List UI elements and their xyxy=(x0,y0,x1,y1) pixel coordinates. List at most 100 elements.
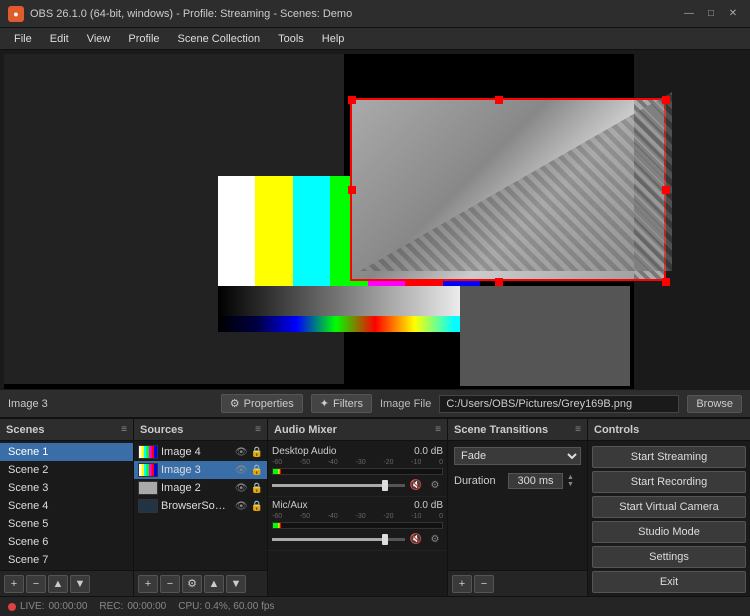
handle-bottom-right[interactable] xyxy=(662,278,670,286)
bottom-panel: Scenes ≡ Scene 1Scene 2Scene 3Scene 4Sce… xyxy=(0,418,750,596)
add-transition-button[interactable]: + xyxy=(452,575,472,593)
scale-label: -40 xyxy=(328,513,338,520)
audio-volume-slider[interactable] xyxy=(272,538,405,541)
audio-track-header: Desktop Audio 0.0 dB xyxy=(272,446,443,457)
audio-panel: Audio Mixer ≡ Desktop Audio 0.0 dB -60-5… xyxy=(268,419,448,596)
audio-settings-icon[interactable]: ⚙ xyxy=(427,477,443,493)
source-item[interactable]: Image 4👁🔒 xyxy=(134,443,267,461)
scene-item[interactable]: Scene 7 xyxy=(0,551,133,569)
visibility-toggle-icon[interactable]: 👁 xyxy=(235,501,248,512)
menu-profile[interactable]: Profile xyxy=(120,31,167,47)
selected-image[interactable] xyxy=(350,98,666,281)
window-title: OBS 26.1.0 (64-bit, windows) - Profile: … xyxy=(30,8,680,20)
app-icon: ● xyxy=(8,6,24,22)
sources-list: Image 4👁🔒Image 3👁🔒Image 2👁🔒BrowserSource… xyxy=(134,441,267,570)
lock-icon[interactable]: 🔒 xyxy=(251,465,263,476)
current-scene-label: Image 3 xyxy=(8,398,48,410)
window-controls: — □ ✕ xyxy=(680,5,742,23)
properties-button[interactable]: ⚙ Properties xyxy=(221,394,303,413)
scale-label: -60 xyxy=(272,459,282,466)
lock-icon[interactable]: 🔒 xyxy=(251,483,263,494)
live-status: LIVE: 00:00:00 xyxy=(8,601,87,612)
source-down-button[interactable]: ▼ xyxy=(226,575,246,593)
transitions-header: Scene Transitions ≡ xyxy=(448,419,587,441)
remove-source-button[interactable]: − xyxy=(160,575,180,593)
handle-top-left[interactable] xyxy=(348,96,356,104)
image-file-path-input[interactable] xyxy=(439,395,679,413)
scene-item[interactable]: Scene 3 xyxy=(0,479,133,497)
transition-duration-row: Duration ▲ ▼ xyxy=(448,469,587,493)
handle-top-right[interactable] xyxy=(662,96,670,104)
mute-button[interactable]: 🔇 xyxy=(408,477,424,493)
visibility-toggle-icon[interactable]: 👁 xyxy=(235,483,248,494)
audio-meter xyxy=(272,468,443,475)
source-item[interactable]: Image 2👁🔒 xyxy=(134,479,267,497)
lock-icon[interactable]: 🔒 xyxy=(251,501,263,512)
audio-meter xyxy=(272,522,443,529)
audio-volume-slider[interactable] xyxy=(272,484,405,487)
menu-tools[interactable]: Tools xyxy=(270,31,312,47)
stream-btn[interactable]: Start Streaming xyxy=(592,446,746,468)
browse-button[interactable]: Browse xyxy=(687,395,742,413)
source-settings-button[interactable]: ⚙ xyxy=(182,575,202,593)
scene-item[interactable]: Scene 2 xyxy=(0,461,133,479)
transition-type-select[interactable]: CutFadeSwipeSlideStingerFade to ColorLum… xyxy=(454,447,581,465)
menu-file[interactable]: File xyxy=(6,31,40,47)
exit-btn[interactable]: Exit xyxy=(592,571,746,593)
filters-button[interactable]: ✦ Filters xyxy=(311,394,372,413)
spin-up-icon[interactable]: ▲ xyxy=(567,474,574,481)
vcam-btn[interactable]: Start Virtual Camera xyxy=(592,496,746,518)
source-item[interactable]: BrowserSource👁🔒 xyxy=(134,497,267,515)
status-bar: LIVE: 00:00:00 REC: 00:00:00 CPU: 0.4%, … xyxy=(0,596,750,616)
scene-up-button[interactable]: ▲ xyxy=(48,575,68,593)
record-btn[interactable]: Start Recording xyxy=(592,471,746,493)
source-item[interactable]: Image 3👁🔒 xyxy=(134,461,267,479)
maximize-button[interactable]: □ xyxy=(702,5,720,23)
handle-bottom-middle[interactable] xyxy=(495,278,503,286)
duration-input[interactable] xyxy=(508,473,563,489)
lock-icon[interactable]: 🔒 xyxy=(251,447,263,458)
sources-header: Sources ≡ xyxy=(134,419,267,441)
scenes-menu-icon[interactable]: ≡ xyxy=(121,424,127,435)
add-source-button[interactable]: + xyxy=(138,575,158,593)
visibility-toggle-icon[interactable]: 👁 xyxy=(235,465,248,476)
scene-down-button[interactable]: ▼ xyxy=(70,575,90,593)
studio-btn[interactable]: Studio Mode xyxy=(592,521,746,543)
minimize-button[interactable]: — xyxy=(680,5,698,23)
scene-item[interactable]: Scene 1 xyxy=(0,443,133,461)
remove-transition-button[interactable]: − xyxy=(474,575,494,593)
source-thumbnail xyxy=(138,499,158,513)
menu-help[interactable]: Help xyxy=(314,31,353,47)
handle-top-middle[interactable] xyxy=(495,96,503,104)
audio-meter-scale: -60-50-40-30-20-100 xyxy=(272,459,443,466)
title-bar: ● OBS 26.1.0 (64-bit, windows) - Profile… xyxy=(0,0,750,28)
scene-item[interactable]: Scene 5 xyxy=(0,515,133,533)
source-up-button[interactable]: ▲ xyxy=(204,575,224,593)
audio-settings-icon[interactable]: ⚙ xyxy=(427,531,443,547)
sources-menu-icon[interactable]: ≡ xyxy=(255,424,261,435)
duration-spinner[interactable]: ▲ ▼ xyxy=(567,474,574,488)
scenes-footer: + − ▲ ▼ xyxy=(0,570,133,596)
spin-down-icon[interactable]: ▼ xyxy=(567,481,574,488)
scene-item[interactable]: Scene 4 xyxy=(0,497,133,515)
audio-menu-icon[interactable]: ≡ xyxy=(435,424,441,435)
handle-middle-left[interactable] xyxy=(348,186,356,194)
transitions-panel: Scene Transitions ≡ CutFadeSwipeSlideSti… xyxy=(448,419,588,596)
scene-item[interactable]: Scene 6 xyxy=(0,533,133,551)
handle-middle-right[interactable] xyxy=(662,186,670,194)
add-scene-button[interactable]: + xyxy=(4,575,24,593)
menu-scene-collection[interactable]: Scene Collection xyxy=(170,31,269,47)
menu-bar: File Edit View Profile Scene Collection … xyxy=(0,28,750,50)
mute-button[interactable]: 🔇 xyxy=(408,531,424,547)
audio-content: Desktop Audio 0.0 dB -60-50-40-30-20-100… xyxy=(268,441,447,596)
menu-edit[interactable]: Edit xyxy=(42,31,77,47)
settings-btn[interactable]: Settings xyxy=(592,546,746,568)
menu-view[interactable]: View xyxy=(79,31,119,47)
grayscale-bar xyxy=(218,286,480,316)
close-button[interactable]: ✕ xyxy=(724,5,742,23)
remove-scene-button[interactable]: − xyxy=(26,575,46,593)
duration-label: Duration xyxy=(454,475,504,487)
controls-content: Start Streaming Start Recording Start Virt… xyxy=(588,441,750,596)
visibility-toggle-icon[interactable]: 👁 xyxy=(235,447,248,458)
transitions-menu-icon[interactable]: ≡ xyxy=(575,424,581,435)
